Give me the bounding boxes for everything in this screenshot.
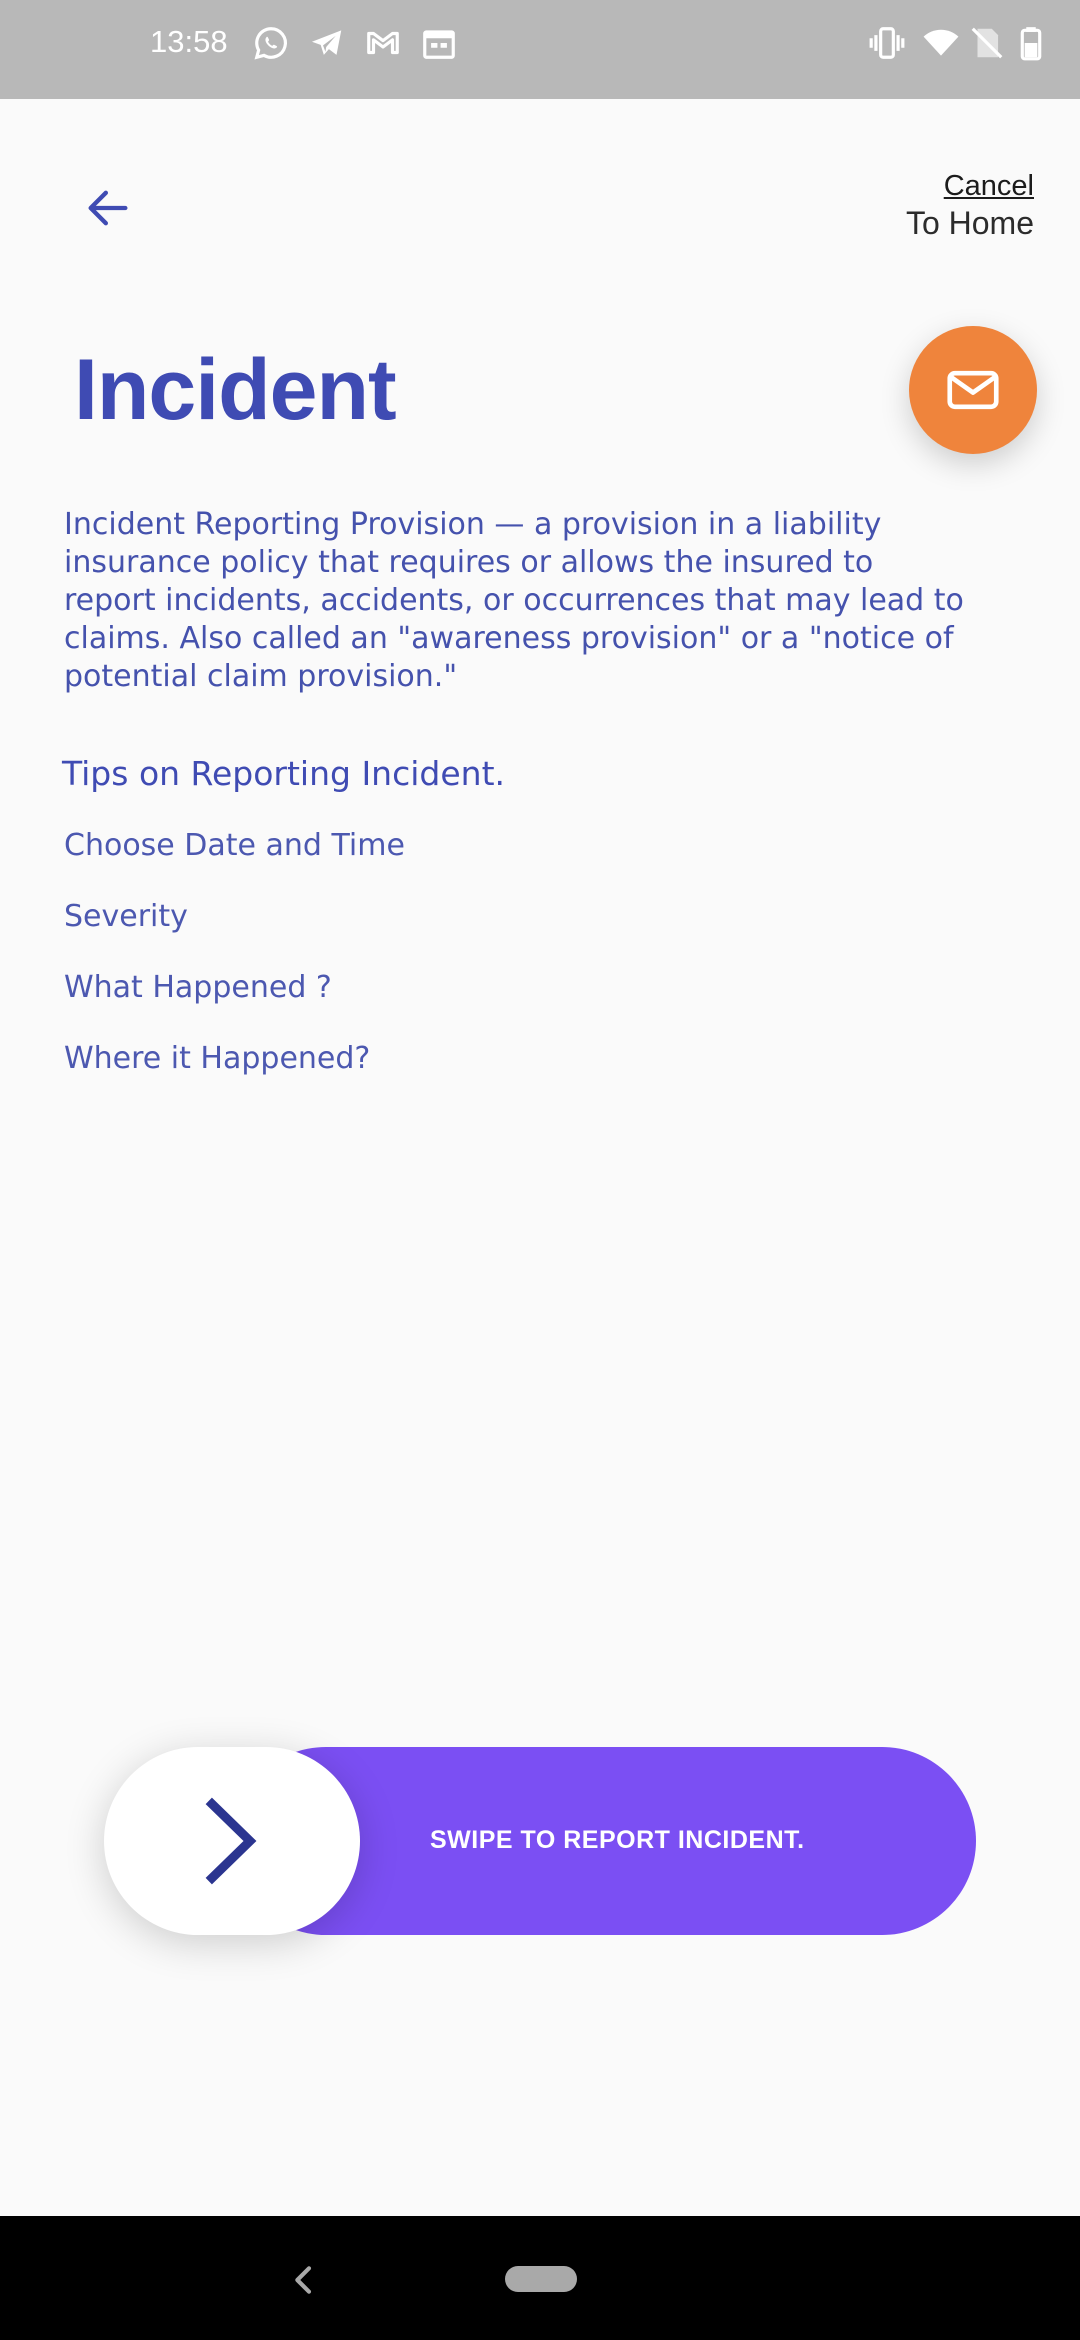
tips-heading: Tips on Reporting Incident.: [62, 754, 506, 793]
swipe-handle[interactable]: [104, 1747, 360, 1935]
tips-list: Choose Date and Time Severity What Happe…: [64, 824, 405, 1108]
chevron-right-icon: [205, 1797, 257, 1885]
gmail-icon: [364, 24, 402, 62]
vibrate-icon: [868, 24, 906, 62]
page-title: Incident: [74, 342, 397, 438]
tip-item: What Happened ?: [64, 970, 332, 1005]
mail-icon: [947, 370, 999, 410]
cancel-link[interactable]: Cancel: [906, 168, 1034, 204]
to-home-label: To Home: [905, 205, 1034, 241]
whatsapp-icon: [252, 24, 290, 62]
status-bar: 13:58: [0, 0, 1080, 99]
back-button[interactable]: [76, 176, 140, 240]
home-pill-icon[interactable]: [505, 2266, 577, 2292]
mail-button[interactable]: [909, 326, 1037, 454]
incident-screen: 13:58 Cancel To Home Incident Incident R…: [0, 0, 1080, 2340]
tip-item: Severity: [64, 899, 188, 934]
no-sim-icon: [968, 24, 1006, 62]
nav-back-icon[interactable]: [284, 2260, 324, 2300]
arrow-left-icon: [88, 190, 128, 226]
tip-item: Where it Happened?: [64, 1041, 371, 1076]
calendar-icon: [420, 24, 458, 62]
tip-item: Choose Date and Time: [64, 828, 405, 863]
wifi-icon: [922, 24, 960, 62]
cancel-to-home[interactable]: Cancel To Home: [906, 168, 1034, 242]
swipe-label: SWIPE TO REPORT INCIDENT.: [430, 1826, 805, 1854]
status-time: 13:58: [150, 24, 228, 59]
battery-icon: [1012, 24, 1050, 62]
incident-description: Incident Reporting Provision — a provisi…: [64, 507, 964, 694]
telegram-icon: [308, 24, 346, 62]
